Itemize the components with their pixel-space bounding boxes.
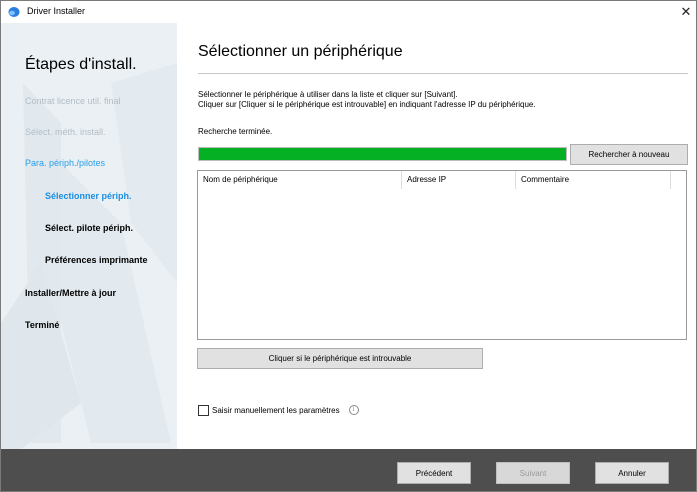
device-not-found-button[interactable]: Cliquer si le périphérique est introuvab… xyxy=(197,348,483,369)
step-select-driver: Sélect. pilote périph. xyxy=(45,223,134,233)
step-device-driver-settings: Para. périph./pilotes xyxy=(25,158,106,168)
previous-button[interactable]: Précédent xyxy=(397,462,471,484)
cancel-button[interactable]: Annuler xyxy=(595,462,669,484)
manual-settings-checkbox[interactable] xyxy=(198,404,209,416)
title-divider xyxy=(198,73,688,74)
page-title: Sélectionner un périphérique xyxy=(198,43,403,60)
column-ip-address[interactable]: Adresse IP xyxy=(402,171,516,189)
manual-settings-option[interactable]: Saisir manuellement les paramètres i xyxy=(198,404,359,416)
search-progress-bar xyxy=(198,147,567,161)
step-printer-preferences: Préférences imprimante xyxy=(45,255,148,265)
title-bar: Driver Installer ✕ xyxy=(1,1,696,23)
window-title: Driver Installer xyxy=(27,6,86,16)
step-install-method: Sélect. méth. install. xyxy=(25,127,106,137)
footer-bar: Précédent Suivant Annuler xyxy=(1,449,696,491)
instruction-line-2: Cliquer sur [Cliquer si le périphérique … xyxy=(198,100,536,109)
manual-settings-label[interactable]: Saisir manuellement les paramètres xyxy=(212,406,340,415)
app-icon xyxy=(8,7,20,17)
device-list-header: Nom de périphérique Adresse IP Commentai… xyxy=(198,171,686,189)
sidebar-heading: Étapes d'install. xyxy=(25,56,137,73)
step-finished: Terminé xyxy=(25,320,60,330)
search-again-button[interactable]: Rechercher à nouveau xyxy=(570,144,688,165)
steps-sidebar: Étapes d'install. Contrat licence util. … xyxy=(1,23,177,449)
instruction-line-1: Sélectionner le périphérique à utiliser … xyxy=(198,90,458,99)
driver-installer-window: Driver Installer ✕ Étapes d'install. Con… xyxy=(0,0,697,492)
step-install-update: Installer/Mettre à jour xyxy=(25,288,117,298)
next-button[interactable]: Suivant xyxy=(496,462,570,484)
step-license: Contrat licence util. final xyxy=(25,96,121,106)
close-icon[interactable]: ✕ xyxy=(676,1,696,23)
sidebar-arrows-decoration xyxy=(1,63,177,449)
device-list[interactable]: Nom de périphérique Adresse IP Commentai… xyxy=(197,170,687,340)
column-comment[interactable]: Commentaire xyxy=(516,171,671,189)
progress-fill xyxy=(199,148,566,160)
info-icon[interactable]: i xyxy=(348,405,359,415)
instructions: Sélectionner le périphérique à utiliser … xyxy=(198,90,536,110)
main-panel: Sélectionner un périphérique Sélectionne… xyxy=(178,23,696,449)
step-select-device: Sélectionner périph. xyxy=(45,191,132,201)
column-device-name[interactable]: Nom de périphérique xyxy=(198,171,402,189)
search-status: Recherche terminée. xyxy=(198,127,273,136)
